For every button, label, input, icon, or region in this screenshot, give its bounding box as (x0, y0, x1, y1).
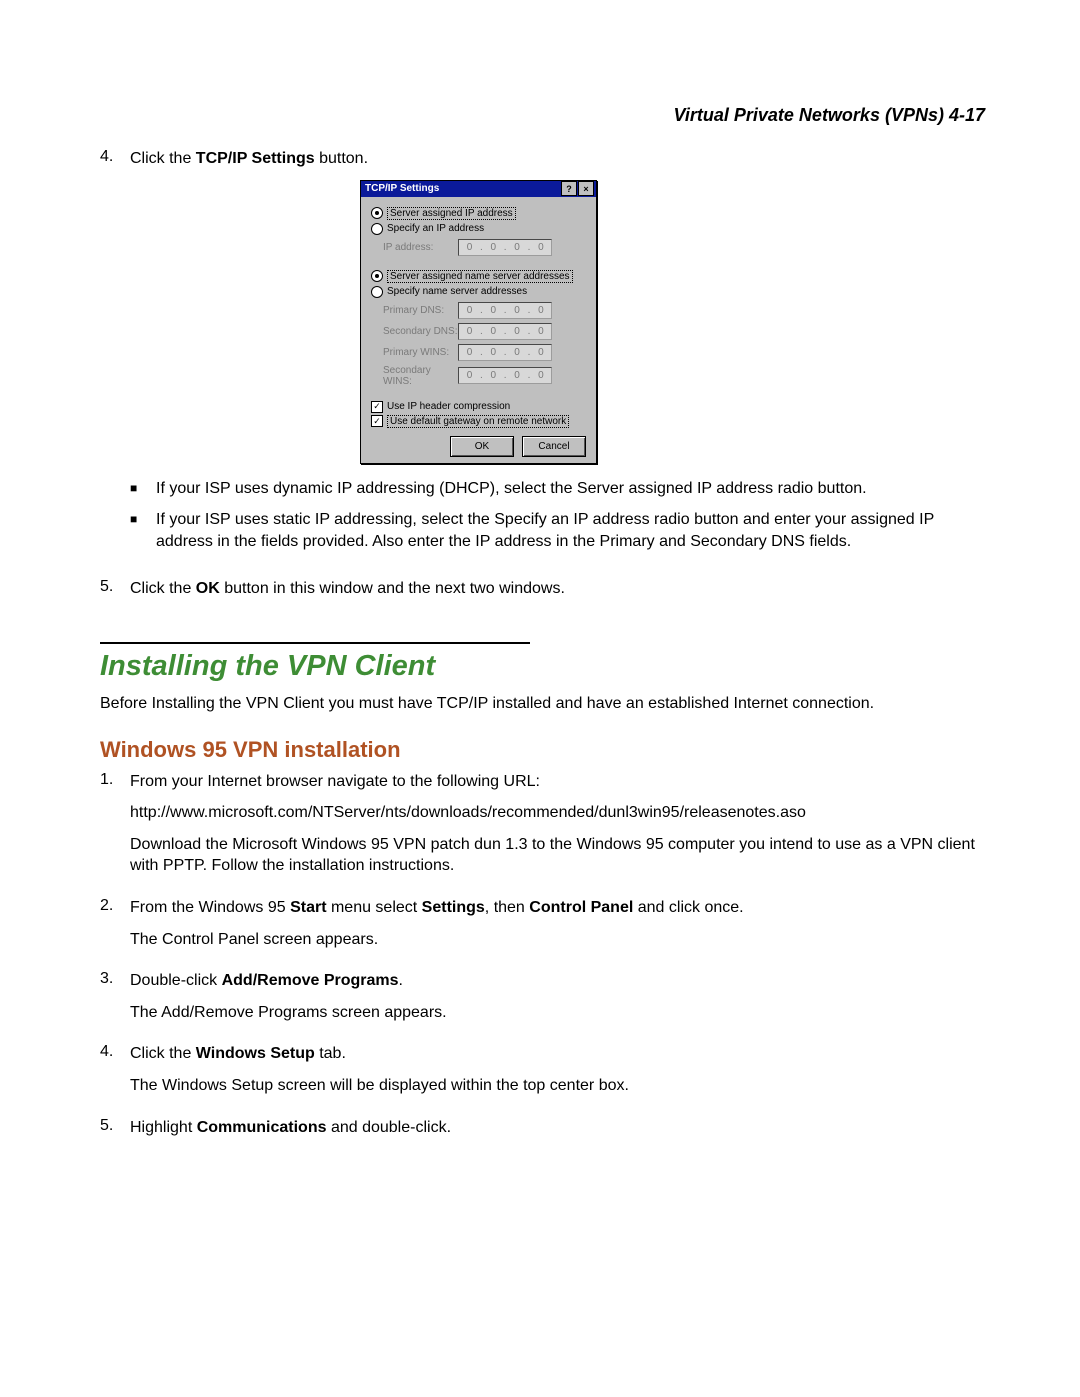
install-url: http://www.microsoft.com/NTServer/nts/do… (130, 802, 985, 824)
secondary-wins-row: Secondary WINS: 0. 0. 0. 0 (383, 365, 586, 387)
help-icon[interactable]: ? (561, 181, 577, 196)
step-text: Highlight Communications and double-clic… (130, 1117, 451, 1139)
step-number: 4. (100, 1043, 130, 1061)
embedded-screenshot: TCP/IP Settings ? × Server assigned IP a… (360, 180, 985, 464)
install-step-1: 1. From your Internet browser navigate t… (100, 771, 985, 887)
section-lead: Before Installing the VPN Client you mus… (100, 693, 985, 715)
cancel-button[interactable]: Cancel (522, 436, 586, 457)
step-number: 2. (100, 897, 130, 915)
bullet-icon (130, 509, 156, 526)
step-number: 1. (100, 771, 130, 789)
ip-address-row: IP address: 0. 0. 0. 0 (383, 239, 586, 256)
install-step-3: 3. Double-click Add/Remove Programs. The… (100, 970, 985, 1033)
bullet-icon (130, 478, 156, 495)
install-step-5: 5. Highlight Communications and double-c… (100, 1117, 985, 1149)
secondary-dns-row: Secondary DNS: 0. 0. 0. 0 (383, 323, 586, 340)
subsection-heading: Windows 95 VPN installation (100, 737, 985, 763)
install-step-2: 2. From the Windows 95 Start menu select… (100, 897, 985, 960)
document-page: Virtual Private Networks (VPNs) 4-17 4. … (0, 0, 1080, 1397)
step-text: From your Internet browser navigate to t… (130, 771, 540, 793)
bullet-dhcp: If your ISP uses dynamic IP addressing (… (130, 478, 985, 500)
secondary-dns-field[interactable]: 0. 0. 0. 0 (458, 323, 552, 340)
checkbox-ip-compression[interactable]: ✓ Use IP header compression (371, 401, 586, 413)
step-number: 3. (100, 970, 130, 988)
radio-specify-dns[interactable]: Specify name server addresses (371, 286, 586, 298)
step-text: Click the Windows Setup tab. (130, 1043, 346, 1065)
primary-wins-field[interactable]: 0. 0. 0. 0 (458, 344, 552, 361)
primary-dns-row: Primary DNS: 0. 0. 0. 0 (383, 302, 586, 319)
ok-button[interactable]: OK (450, 436, 514, 457)
dialog-title: TCP/IP Settings (365, 183, 439, 194)
ip-address-field[interactable]: 0. 0. 0. 0 (458, 239, 552, 256)
primary-wins-row: Primary WINS: 0. 0. 0. 0 (383, 344, 586, 361)
running-header: Virtual Private Networks (VPNs) 4-17 (100, 105, 985, 126)
checkbox-default-gateway[interactable]: ✓ Use default gateway on remote network (371, 415, 586, 428)
step-result: The Control Panel screen appears. (130, 929, 985, 951)
radio-dot-icon (371, 286, 383, 298)
radio-server-dns[interactable]: Server assigned name server addresses (371, 270, 586, 283)
tcpip-settings-dialog: TCP/IP Settings ? × Server assigned IP a… (360, 180, 597, 464)
bullet-static: If your ISP uses static IP addressing, s… (130, 509, 985, 552)
step-number: 4. (100, 148, 130, 166)
install-note: Download the Microsoft Windows 95 VPN pa… (130, 834, 985, 877)
section-rule (100, 642, 530, 644)
dialog-titlebar: TCP/IP Settings ? × (361, 181, 596, 197)
step-text: From the Windows 95 Start menu select Se… (130, 897, 744, 919)
step-5: 5. Click the OK button in this window an… (100, 578, 985, 610)
section-heading: Installing the VPN Client (100, 650, 985, 683)
step-result: The Add/Remove Programs screen appears. (130, 1002, 985, 1024)
radio-dot-icon (371, 207, 383, 219)
step-text: Double-click Add/Remove Programs. (130, 970, 403, 992)
radio-dot-icon (371, 223, 383, 235)
primary-dns-field[interactable]: 0. 0. 0. 0 (458, 302, 552, 319)
radio-dot-icon (371, 270, 383, 282)
step-number: 5. (100, 578, 130, 596)
close-icon[interactable]: × (578, 181, 594, 196)
secondary-wins-field[interactable]: 0. 0. 0. 0 (458, 367, 552, 384)
radio-specify-ip[interactable]: Specify an IP address (371, 223, 586, 235)
checkbox-icon: ✓ (371, 401, 383, 413)
step-4: 4. Click the TCP/IP Settings button. TCP… (100, 148, 985, 568)
radio-server-ip[interactable]: Server assigned IP address (371, 207, 586, 220)
step-number: 5. (100, 1117, 130, 1135)
step-text: Click the OK button in this window and t… (130, 578, 565, 600)
step-text: Click the TCP/IP Settings button. (130, 148, 368, 170)
install-step-4: 4. Click the Windows Setup tab. The Wind… (100, 1043, 985, 1106)
checkbox-icon: ✓ (371, 415, 383, 427)
step-result: The Windows Setup screen will be display… (130, 1075, 985, 1097)
